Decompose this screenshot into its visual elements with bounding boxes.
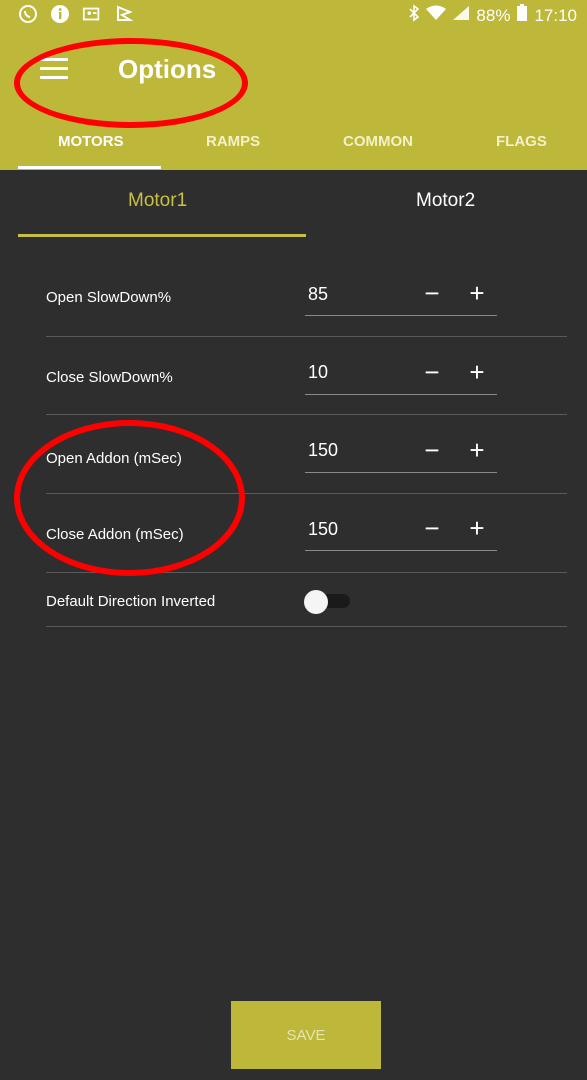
subtab-motor1[interactable]: Motor1	[128, 190, 187, 212]
notification-icons	[18, 4, 134, 24]
close-addon-minus-button[interactable]: −	[420, 515, 444, 541]
save-button[interactable]: SAVE	[231, 1001, 381, 1069]
close-slowdown-minus-button[interactable]: −	[420, 359, 444, 385]
setting-label-close-slowdown: Close SlowDown%	[46, 369, 173, 386]
bluetooth-icon	[408, 4, 420, 27]
close-slowdown-plus-button[interactable]: +	[465, 359, 489, 385]
wifi-icon	[426, 5, 447, 26]
open-addon-minus-button[interactable]: −	[420, 437, 444, 463]
tab-indicator	[18, 166, 161, 169]
status-bar: 88% 17:10	[0, 0, 587, 30]
input-underline	[305, 315, 497, 316]
battery-icon	[516, 4, 528, 27]
whatsapp-icon	[18, 4, 38, 24]
open-slowdown-plus-button[interactable]: +	[465, 280, 489, 306]
close-addon-plus-button[interactable]: +	[465, 515, 489, 541]
close-slowdown-input[interactable]	[308, 362, 398, 383]
close-addon-input[interactable]	[308, 519, 398, 540]
setting-label-default-direction: Default Direction Inverted	[46, 593, 216, 610]
screen: 88% 17:10 Options MOTORS RAMPS COMMON FL…	[0, 0, 587, 1080]
open-addon-input[interactable]	[308, 440, 398, 461]
open-addon-plus-button[interactable]: +	[465, 437, 489, 463]
open-slowdown-minus-button[interactable]: −	[420, 280, 444, 306]
signal-icon	[452, 5, 470, 26]
subtab-motor2[interactable]: Motor2	[416, 190, 475, 212]
tab-flags[interactable]: FLAGS	[496, 133, 547, 150]
battery-percent: 88%	[476, 5, 511, 25]
tab-common[interactable]: COMMON	[343, 133, 413, 150]
default-direction-toggle[interactable]	[304, 590, 350, 614]
info-icon	[50, 4, 70, 24]
annotation-ellipse-addon	[14, 420, 245, 576]
setting-label-open-slowdown: Open SlowDown%	[46, 289, 172, 306]
contact-card-icon	[82, 4, 102, 24]
divider	[46, 336, 567, 337]
annotation-ellipse-title	[14, 38, 248, 128]
tab-ramps[interactable]: RAMPS	[206, 133, 260, 150]
motor-subtabs: Motor1 Motor2	[0, 170, 587, 238]
tab-motors[interactable]: MOTORS	[58, 133, 124, 150]
system-status: 88% 17:10	[408, 4, 577, 27]
input-underline	[305, 472, 497, 473]
input-underline	[305, 394, 497, 395]
subtab-indicator	[18, 234, 306, 237]
open-slowdown-input[interactable]	[308, 284, 398, 305]
divider	[46, 626, 567, 627]
divider	[46, 414, 567, 415]
toggle-thumb	[304, 590, 328, 614]
clock: 17:10	[534, 5, 577, 25]
flag-icon	[114, 4, 134, 24]
input-underline	[305, 550, 497, 551]
